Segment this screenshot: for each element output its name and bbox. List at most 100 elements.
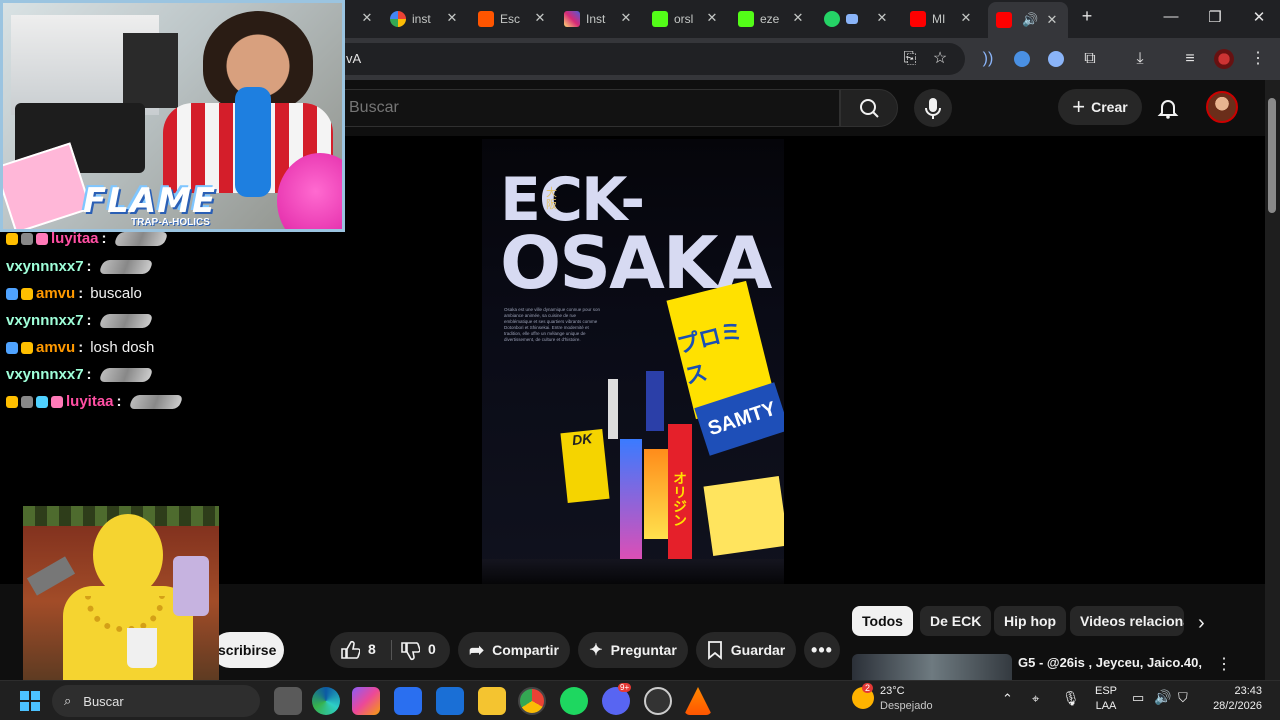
related-video-title[interactable]: G5 - @26is , Jeyceu, Jaico.40, [1018, 655, 1202, 670]
microphone-tray-icon[interactable]: 🎙 [1062, 690, 1080, 707]
close-icon[interactable]: ✕ [1044, 12, 1060, 28]
tab-title: Esc [500, 12, 521, 26]
outlook-icon[interactable] [436, 687, 464, 715]
page-scrollbar[interactable] [1265, 80, 1280, 680]
tab-kick-1[interactable]: orsl ✕ [652, 6, 720, 32]
chrome-icon[interactable] [518, 687, 546, 715]
ask-button[interactable]: ✦ Preguntar [578, 632, 688, 668]
tab-partial[interactable]: ✕ [345, 6, 375, 32]
chip-all[interactable]: Todos [852, 606, 913, 636]
profile-avatar-icon[interactable] [1214, 49, 1234, 69]
save-button[interactable]: Guardar [696, 632, 796, 668]
task-view-icon[interactable] [274, 687, 302, 715]
voice-search-button[interactable] [914, 89, 952, 127]
chip-related[interactable]: Videos relaciona [1070, 606, 1184, 636]
tab-whatsapp[interactable]: ✕ [824, 6, 890, 32]
close-icon[interactable]: ✕ [532, 10, 548, 26]
close-icon[interactable]: ✕ [790, 10, 806, 26]
sign-dk: DK [560, 428, 610, 504]
dislike-button[interactable] [400, 641, 421, 664]
shazam-extension-icon[interactable] [1014, 51, 1030, 67]
obs-icon[interactable] [644, 687, 672, 715]
media-control-icon[interactable]: ≡ [1178, 47, 1202, 71]
chips-next-chevron-icon[interactable]: › [1198, 612, 1205, 635]
chip-hip-hop[interactable]: Hip hop [994, 606, 1067, 636]
lens-extension-icon[interactable] [1048, 51, 1064, 67]
vlc-icon[interactable] [684, 687, 712, 715]
chip-from-eck[interactable]: De ECK [920, 606, 992, 636]
tab-instagram[interactable]: Inst ✕ [564, 6, 634, 32]
weather-sun-icon[interactable]: 2 [852, 683, 874, 709]
audio-playing-icon[interactable]: 🔊 [1022, 12, 1038, 28]
chat-message: vxynnnxx7: [6, 312, 154, 329]
tab-google[interactable]: inst ✕ [390, 6, 460, 32]
url-text[interactable]: vA [346, 51, 361, 66]
account-avatar[interactable] [1206, 91, 1238, 123]
volume-icon[interactable]: 🔊 [1154, 689, 1171, 706]
close-icon[interactable]: ✕ [874, 10, 890, 26]
create-button[interactable]: + Crear [1058, 89, 1142, 125]
related-menu-icon[interactable]: ⋮ [1216, 654, 1232, 674]
spotify-icon[interactable] [560, 687, 588, 715]
maximize-button[interactable]: ❐ [1200, 8, 1230, 26]
copilot-icon[interactable] [352, 687, 380, 715]
file-explorer-icon[interactable] [478, 687, 506, 715]
close-icon[interactable]: ✕ [444, 10, 460, 26]
close-icon[interactable]: ✕ [618, 10, 634, 26]
chat-text: losh dosh [90, 339, 155, 356]
search-button[interactable] [840, 89, 898, 127]
chat-emote-icon [112, 231, 169, 246]
more-actions-button[interactable]: ••• [804, 632, 840, 668]
related-video-thumbnail[interactable] [852, 654, 1012, 680]
new-tab-button[interactable]: + [1072, 6, 1102, 27]
screen-share-icon [846, 14, 858, 24]
store-icon[interactable] [394, 687, 422, 715]
search-box[interactable] [320, 89, 840, 127]
windows-start-icon[interactable] [20, 691, 40, 711]
chat-username: vxynnnxx7 [6, 366, 84, 383]
close-icon[interactable]: ✕ [704, 10, 720, 26]
weather-description[interactable]: Despejado [880, 700, 933, 712]
edge-icon[interactable] [312, 687, 340, 715]
taskbar-search[interactable]: ⌕ Buscar [52, 685, 260, 717]
tab-youtube-1[interactable]: MI ✕ [910, 6, 974, 32]
tab-youtube-active[interactable]: 🔊 ✕ [988, 2, 1068, 38]
subscribe-button[interactable]: scribirse [212, 632, 284, 668]
instagram-icon [564, 11, 580, 27]
discord-icon[interactable]: 9+ [602, 683, 632, 715]
cast-icon[interactable]: ⎘ [898, 47, 922, 71]
address-bar[interactable]: vA ⎘ ☆ [320, 43, 965, 75]
clock-time[interactable]: 23:43 [1200, 685, 1270, 697]
kick-icon [652, 11, 668, 27]
language-top[interactable]: ESP [1092, 685, 1120, 697]
chat-username: vxynnnxx7 [6, 258, 84, 275]
chat-separator: : [116, 393, 122, 410]
tab-kick-2[interactable]: eze ✕ [738, 6, 806, 32]
share-button[interactable]: ➦ Compartir [458, 632, 570, 668]
like-divider [391, 640, 392, 660]
minimize-button[interactable]: — [1156, 8, 1186, 25]
youtube-icon [910, 11, 926, 27]
sparkle-icon: ✦ [589, 642, 603, 659]
close-window-button[interactable]: ✕ [1244, 8, 1274, 26]
battery-shield-icon[interactable]: ⛉ [1178, 690, 1188, 706]
language-bottom[interactable]: LAA [1092, 700, 1120, 712]
tray-chevron-up-icon[interactable]: ⌃ [1002, 691, 1013, 707]
search-input[interactable] [349, 99, 556, 117]
tab-title: Inst [586, 12, 606, 26]
scrollbar-thumb[interactable] [1268, 98, 1276, 213]
like-button[interactable] [340, 640, 361, 663]
weather-temperature[interactable]: 23°C [880, 685, 905, 697]
tab-soundcloud[interactable]: Esc ✕ [478, 6, 548, 32]
display-icon[interactable]: ▭ [1132, 690, 1144, 706]
bookmark-star-icon[interactable]: ☆ [928, 47, 952, 71]
extension-audio-icon[interactable]: )) [976, 47, 1000, 71]
close-icon[interactable]: ✕ [359, 10, 375, 26]
more-menu-icon[interactable]: ⋮ [1246, 47, 1270, 71]
clock-date[interactable]: 28/2/2026 [1200, 700, 1270, 712]
download-icon[interactable]: ⤓ [1128, 47, 1152, 71]
extensions-puzzle-icon[interactable]: ⧉ [1078, 47, 1102, 71]
close-icon[interactable]: ✕ [958, 10, 974, 26]
notifications-bell-icon[interactable] [1156, 96, 1180, 120]
network-icon[interactable]: ⌖ [1032, 691, 1039, 707]
